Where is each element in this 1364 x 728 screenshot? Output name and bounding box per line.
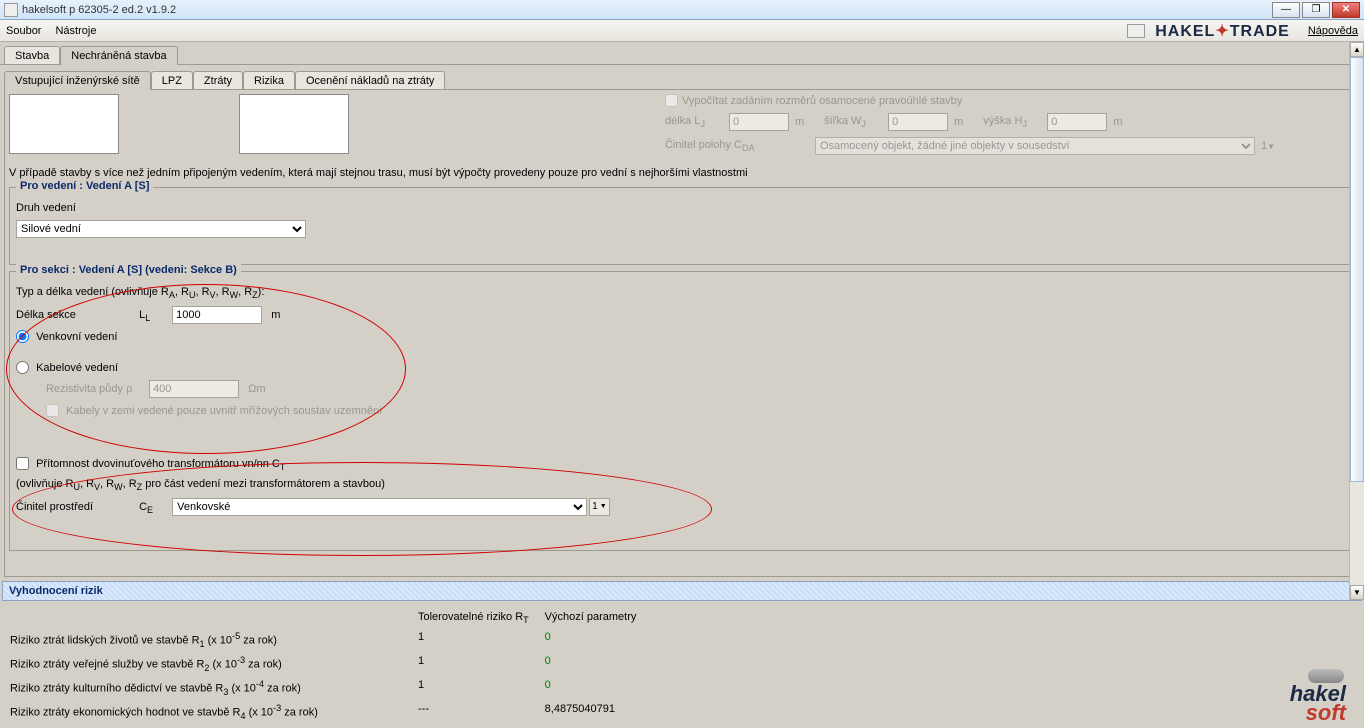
- radio-venkovni[interactable]: Venkovní vedení: [16, 331, 117, 343]
- fieldset-sekce: Pro sekci : Vedení A [S] (vedeni: Sekce …: [9, 271, 1355, 551]
- typ-label: Typ a délka vedení (ovlivňuje RA, RU, RV…: [16, 286, 1348, 300]
- menu-file[interactable]: Soubor: [6, 25, 41, 37]
- cinitel-select[interactable]: Venkovské: [172, 498, 587, 516]
- length-label: délka LJ: [665, 115, 729, 129]
- tab-stavba[interactable]: Stavba: [4, 46, 60, 65]
- sub-tabs: Vstupující inženýrské sítě LPZ Ztráty Ri…: [4, 67, 1360, 89]
- subtab-lpz[interactable]: LPZ: [151, 71, 193, 90]
- menu-help[interactable]: Nápověda: [1308, 25, 1358, 37]
- fieldset-vedeni: Pro vedení : Vedení A [S] Druh vedení Si…: [9, 187, 1355, 265]
- footer-logo: hakelsoft: [1290, 669, 1346, 722]
- risk-header: Vyhodnocení rizik: [2, 581, 1362, 601]
- length-input: [729, 113, 789, 131]
- position-select: Osamocený objekt, žádné jiné objekty v s…: [815, 137, 1255, 155]
- minimize-button[interactable]: —: [1272, 2, 1300, 18]
- legend-sekce: Pro sekci : Vedení A [S] (vedeni: Sekce …: [16, 264, 241, 276]
- section-length-row: Délka sekce LL m: [16, 306, 1348, 324]
- height-label: výška HJ: [983, 115, 1047, 129]
- menu-bar: Soubor Nástroje HAKEL✦TRADE Nápověda: [0, 20, 1364, 42]
- subtab-rizika[interactable]: Rizika: [243, 71, 295, 90]
- brand-text: HAKEL✦TRADE: [1155, 21, 1290, 41]
- scroll-up-button[interactable]: ▲: [1350, 42, 1364, 57]
- kabely-checkbox: Kabely v zemi vedené pouze uvnitř mřížov…: [46, 405, 382, 417]
- rezistivita-row: Rezistivita půdy ρ Ωm: [46, 380, 1348, 398]
- table-row: Riziko ztráty veřejné služby ve stavbě R…: [10, 653, 650, 675]
- main-tabs: Stavba Nechráněná stavba: [0, 42, 1364, 64]
- brand-icon: [1127, 24, 1145, 38]
- cinitel-row: Činitel prostředí CE Venkovské 1▼: [16, 498, 1348, 516]
- vertical-scrollbar[interactable]: ▲ ▼: [1349, 42, 1364, 600]
- maximize-button[interactable]: ❐: [1302, 2, 1330, 18]
- close-button[interactable]: ✕: [1332, 2, 1360, 18]
- height-input: [1047, 113, 1107, 131]
- calc-label: Vypočítat zadáním rozměrů osamocené prav…: [682, 95, 962, 107]
- subtab-oceneni[interactable]: Ocenění nákladů na ztráty: [295, 71, 445, 90]
- radio-kabelove[interactable]: Kabelové vedení: [16, 362, 118, 374]
- scroll-thumb[interactable]: [1350, 57, 1364, 482]
- preview-box-1: [9, 94, 119, 154]
- ovlivnuje-label: (ovlivňuje RU, RV, RW, RZ pro část veden…: [16, 478, 1348, 492]
- risk-body: Tolerovatelné riziko RT Výchozí parametr…: [0, 601, 1364, 728]
- app-icon: [4, 3, 18, 17]
- druh-label: Druh vedení: [16, 202, 1348, 214]
- title-bar: hakelsoft p 62305-2 ed.2 v1.9.2 — ❐ ✕: [0, 0, 1364, 20]
- col-tolerovatelne: Tolerovatelné riziko RT: [418, 609, 543, 627]
- druh-select[interactable]: Silové vední: [16, 220, 306, 238]
- risk-table: Tolerovatelné riziko RT Výchozí parametr…: [8, 607, 652, 725]
- tab-nechranena[interactable]: Nechráněná stavba: [60, 46, 177, 65]
- preview-box-2: [239, 94, 349, 154]
- legend-vedeni: Pro vedení : Vedení A [S]: [16, 180, 153, 192]
- table-row: Riziko ztráty ekonomických hodnot ve sta…: [10, 701, 650, 723]
- window-title: hakelsoft p 62305-2 ed.2 v1.9.2: [22, 4, 1270, 16]
- note-text: V případě stavby s více než jedním připo…: [9, 167, 1355, 179]
- transformer-checkbox[interactable]: Přítomnost dvovinuťového transformátoru …: [16, 458, 285, 470]
- subtab-ztraty[interactable]: Ztráty: [193, 71, 243, 90]
- scroll-down-button[interactable]: ▼: [1350, 585, 1364, 600]
- width-label: šířka WJ: [824, 115, 888, 129]
- menu-tools[interactable]: Nástroje: [55, 25, 96, 37]
- col-vychozi: Výchozí parametry: [545, 609, 651, 627]
- subtab-site[interactable]: Vstupující inženýrské sítě: [4, 71, 151, 90]
- rezistivita-input: [149, 380, 239, 398]
- calc-checkbox: [665, 94, 678, 107]
- width-input: [888, 113, 948, 131]
- section-length-input[interactable]: [172, 306, 262, 324]
- table-row: Riziko ztráty kulturního dědictví ve sta…: [10, 677, 650, 699]
- position-factor-label: Činitel polohy CDA: [665, 139, 815, 153]
- table-row: Riziko ztrát lidských životů ve stavbě R…: [10, 629, 650, 651]
